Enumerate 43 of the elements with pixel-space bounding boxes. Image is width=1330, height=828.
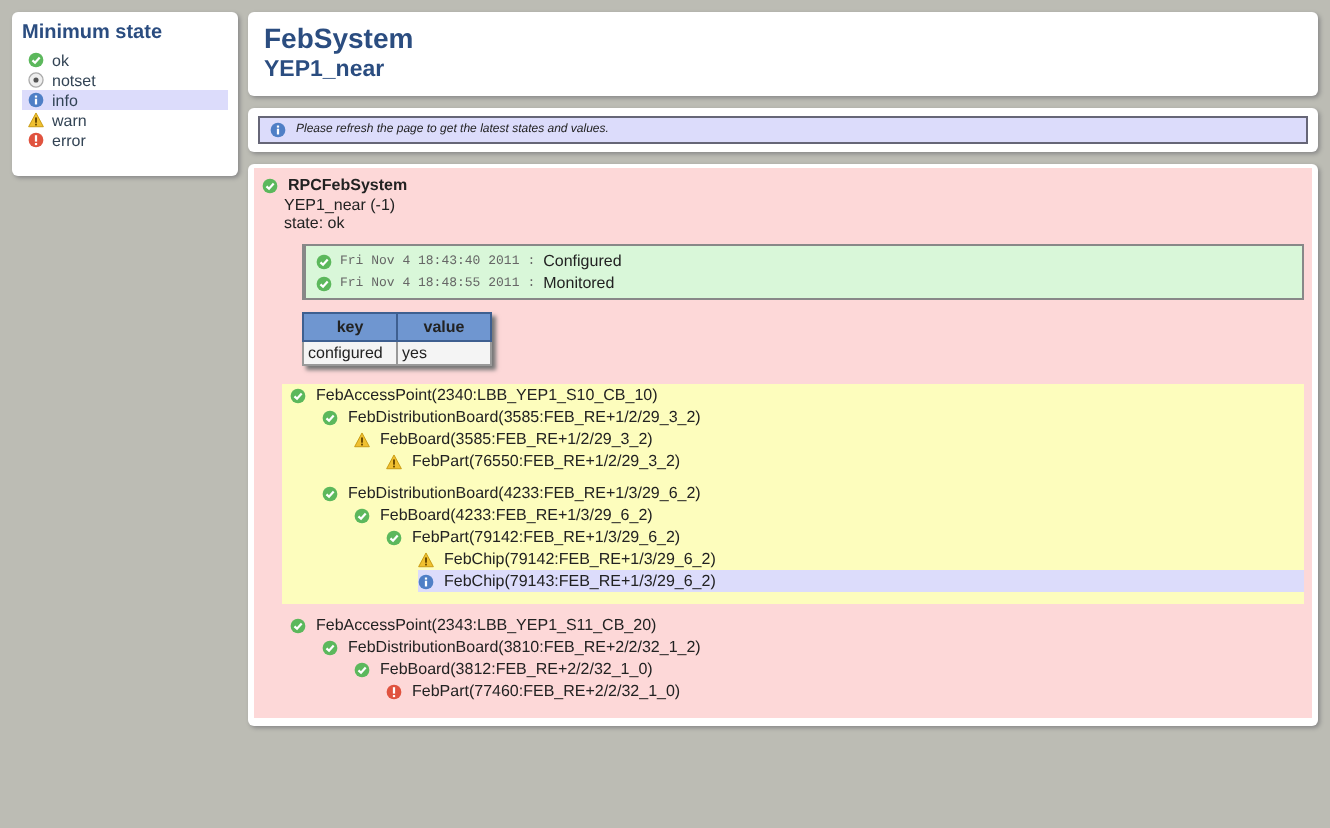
tree-item[interactable]: FebPart(77460:FEB_RE+2/2/32_1_0) (386, 680, 1304, 702)
tree-item-label: FebPart(77460:FEB_RE+2/2/32_1_0) (412, 682, 681, 700)
tree-item[interactable]: FebPart(76550:FEB_RE+1/2/29_3_2) (386, 450, 1304, 472)
filter-item[interactable]: error (22, 130, 228, 150)
tree-item-label: FebChip(79142:FEB_RE+1/3/29_6_2) (444, 550, 716, 568)
tree-item[interactable]: FebChip(79143:FEB_RE+1/3/29_6_2) (418, 570, 1304, 592)
tree-item[interactable]: FebAccessPoint(2343:LBB_YEP1_S11_CB_20) (290, 614, 1304, 636)
column-header: value (397, 313, 491, 341)
filter-item[interactable]: info (22, 90, 228, 110)
page-subtitle: YEP1_near (264, 58, 387, 82)
system-name: RPCFebSystem (288, 176, 408, 194)
tree-item-label: FebChip(79143:FEB_RE+1/3/29_6_2) (444, 572, 716, 590)
tree-item-label: FebPart(76550:FEB_RE+1/2/29_3_2) (412, 452, 681, 470)
tree-item-label: FebBoard(3812:FEB_RE+2/2/32_1_0) (380, 660, 653, 678)
filter-item[interactable]: ok (22, 50, 228, 70)
tree-item[interactable]: FebDistributionBoard(3810:FEB_RE+2/2/32_1_2) (322, 636, 1304, 658)
tree-item-label: FebAccessPoint(2343:LBB_YEP1_S11_CB_20) (316, 616, 657, 634)
tree-item-label: FebDistributionBoard(3585:FEB_RE+1/2/29_3_2) (348, 408, 701, 426)
tree-item[interactable]: FebDistributionBoard(4233:FEB_RE+1/3/29_6_2) (322, 482, 1304, 504)
tree-item[interactable]: FebBoard(4233:FEB_RE+1/3/29_6_2) (354, 504, 1304, 526)
table-cell: yes (397, 341, 491, 365)
filter-item[interactable]: notset (22, 70, 228, 90)
log-message: Configured (543, 252, 622, 270)
page-title: FebSystem (264, 22, 416, 54)
column-header: key (303, 313, 397, 341)
tree-item-label: FebAccessPoint(2340:LBB_YEP1_S10_CB_10) (316, 386, 658, 404)
filter-item[interactable]: warn (22, 110, 228, 130)
system-status: state: ok (282, 214, 347, 232)
tree-item[interactable]: FebDistributionBoard(3585:FEB_RE+1/2/29_3_2) (322, 406, 1304, 428)
tree-item-label: FebPart(79142:FEB_RE+1/3/29_6_2) (412, 528, 681, 546)
tree-item-label: FebBoard(4233:FEB_RE+1/3/29_6_2) (380, 506, 653, 524)
table-cell: configured (303, 341, 397, 365)
tree-item-label: FebDistributionBoard(3810:FEB_RE+2/2/32_1_2) (348, 638, 701, 656)
tree-item[interactable]: FebBoard(3585:FEB_RE+1/2/29_3_2) (354, 428, 1304, 450)
tree-item[interactable]: FebChip(79142:FEB_RE+1/3/29_6_2) (418, 548, 1304, 570)
system-id: YEP1_near (-1) (282, 196, 398, 214)
tree-item[interactable]: FebBoard(3812:FEB_RE+2/2/32_1_0) (354, 658, 1304, 680)
log-message: Monitored (543, 274, 615, 292)
sidebar-title: Minimum state (22, 22, 165, 44)
tree-item[interactable]: FebAccessPoint(2340:LBB_YEP1_S10_CB_10) (290, 384, 1304, 406)
tree-item-label: FebDistributionBoard(4233:FEB_RE+1/3/29_6_2) (348, 484, 701, 502)
tree-item-label: FebBoard(3585:FEB_RE+1/2/29_3_2) (380, 430, 653, 448)
tree-item[interactable]: FebPart(79142:FEB_RE+1/3/29_6_2) (386, 526, 1304, 548)
